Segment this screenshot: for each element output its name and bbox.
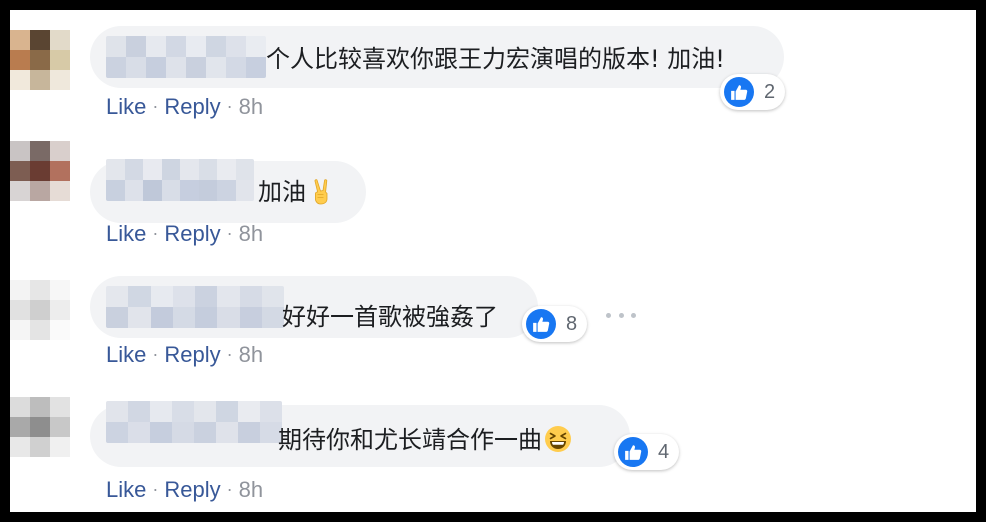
reaction-count: 8 — [566, 312, 578, 335]
commenter-name[interactable] — [106, 286, 284, 328]
commenter-name[interactable] — [106, 401, 282, 443]
commenter-name[interactable] — [106, 36, 266, 78]
separator: · — [226, 96, 233, 116]
comment-item: 个人比较喜欢你跟王力宏演唱的版本! 加油! 2 Like · Reply · 8h — [10, 10, 976, 135]
like-button[interactable]: Like — [106, 221, 146, 246]
avatar[interactable] — [10, 280, 70, 340]
comment-actions: Like · Reply · 8h — [106, 342, 263, 368]
timestamp[interactable]: 8h — [239, 477, 263, 502]
reaction-count: 4 — [658, 440, 670, 463]
more-options-icon[interactable] — [606, 307, 636, 323]
separator: · — [152, 96, 159, 116]
comment-actions: Like · Reply · 8h — [106, 94, 263, 120]
avatar[interactable] — [10, 141, 70, 201]
reply-button[interactable]: Reply — [164, 221, 220, 246]
timestamp[interactable]: 8h — [239, 342, 263, 367]
separator: · — [152, 223, 159, 243]
separator: · — [152, 344, 159, 364]
separator: · — [152, 479, 159, 499]
like-button[interactable]: Like — [106, 342, 146, 367]
like-icon — [724, 77, 754, 107]
reaction-count: 2 — [764, 80, 776, 103]
grinning-squinting-face-icon — [544, 425, 572, 453]
separator: · — [226, 479, 233, 499]
comment-text: 个人比较喜欢你跟王力宏演唱的版本! 加油! — [266, 45, 725, 73]
commenter-name[interactable] — [106, 159, 254, 201]
reaction-badge[interactable]: 2 — [720, 74, 786, 110]
comment-text: 加油 — [258, 177, 336, 207]
reply-button[interactable]: Reply — [164, 342, 220, 367]
comment-text: 好好一首歌被強姦了 — [282, 303, 498, 331]
comment-actions: Like · Reply · 8h — [106, 221, 263, 247]
comments-panel: 个人比较喜欢你跟王力宏演唱的版本! 加油! 2 Like · Reply · 8h 加油 — [10, 10, 976, 512]
comment-text-content: 期待你和尤长靖合作一曲 — [278, 426, 542, 454]
comment-item: 期待你和尤长靖合作一曲 4 Like · Reply · 8h — [10, 385, 976, 512]
reply-button[interactable]: Reply — [164, 94, 220, 119]
comment-actions: Like · Reply · 8h — [106, 477, 263, 503]
timestamp[interactable]: 8h — [239, 94, 263, 119]
comment-item: 加油 Like · Reply · 8h — [10, 135, 976, 260]
comment-text-content: 加油 — [258, 178, 306, 206]
like-icon — [618, 437, 648, 467]
reaction-badge[interactable]: 8 — [522, 306, 588, 342]
like-button[interactable]: Like — [106, 477, 146, 502]
like-button[interactable]: Like — [106, 94, 146, 119]
comment-item: 好好一首歌被強姦了 8 Like · Reply · 8h — [10, 260, 976, 385]
victory-hand-icon — [308, 177, 336, 205]
separator: · — [226, 223, 233, 243]
like-icon — [526, 309, 556, 339]
avatar[interactable] — [10, 397, 70, 457]
avatar[interactable] — [10, 30, 70, 90]
reaction-badge[interactable]: 4 — [614, 434, 680, 470]
separator: · — [226, 344, 233, 364]
comment-text: 期待你和尤长靖合作一曲 — [278, 425, 572, 455]
timestamp[interactable]: 8h — [239, 221, 263, 246]
reply-button[interactable]: Reply — [164, 477, 220, 502]
